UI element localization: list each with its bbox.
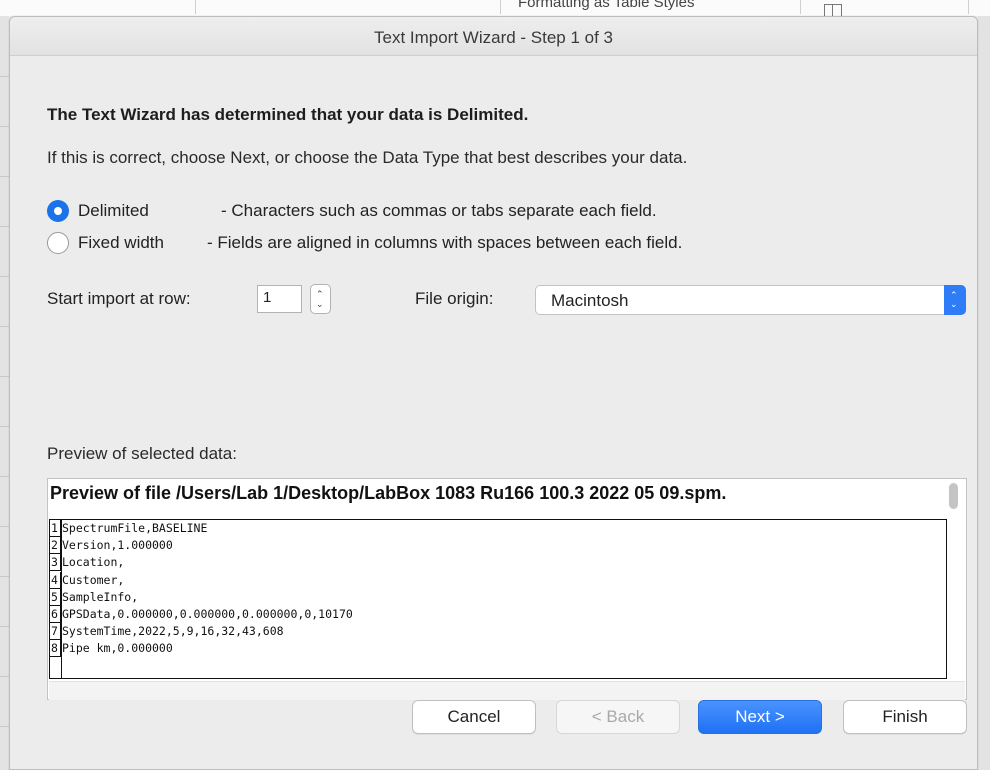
- radio-delimited[interactable]: [47, 200, 69, 222]
- preview-data-table: 1 SpectrumFile,BASELINE 2 Version,1.000000…: [49, 519, 947, 679]
- preview-row: 6 GPSData,0.000000,0.000000,0.000000,0,10…: [50, 605, 946, 623]
- dialog-titlebar[interactable]: Text Import Wizard - Step 1 of 3: [10, 17, 977, 56]
- preview-row: 8 Pipe km,0.000000: [50, 640, 946, 658]
- select-chevrons-icon[interactable]: ⌃ ⌄: [944, 285, 966, 315]
- preview-row: 1 SpectrumFile,BASELINE: [50, 520, 946, 537]
- row-number: 1: [50, 520, 61, 537]
- radio-fixed-width-label[interactable]: Fixed width: [78, 233, 164, 253]
- cancel-button[interactable]: Cancel: [412, 700, 536, 734]
- row-number: 4: [50, 571, 61, 589]
- ribbon-separator: [500, 0, 501, 14]
- preview-row: 5 SampleInfo,: [50, 588, 946, 606]
- row-number: 5: [50, 588, 61, 606]
- preview-row: 4 Customer,: [50, 571, 946, 589]
- wizard-subtext: If this is correct, choose Next, or choo…: [47, 148, 688, 167]
- row-text: SpectrumFile,BASELINE: [62, 521, 208, 535]
- next-button[interactable]: Next >: [698, 700, 822, 734]
- radio-fixed-width-description: - Fields are aligned in columns with spa…: [207, 233, 683, 252]
- ribbon-separator: [800, 0, 801, 14]
- finish-button[interactable]: Finish: [843, 700, 967, 734]
- start-row-input[interactable]: 1: [257, 285, 302, 313]
- ribbon-separator: [195, 0, 196, 14]
- excel-ribbon-fragment: Formatting as Table Styles: [0, 0, 990, 16]
- row-text: Pipe km,0.000000: [62, 641, 173, 656]
- file-origin-label: File origin:: [415, 289, 494, 308]
- row-number: 6: [50, 605, 61, 623]
- preview-label: Preview of selected data:: [47, 444, 237, 463]
- text-import-wizard-dialog: Text Import Wizard - Step 1 of 3 The Tex…: [9, 16, 978, 770]
- preview-row: 3 Location,: [50, 554, 946, 572]
- row-number-divider: [61, 520, 62, 678]
- preview-row: 7 SystemTime,2022,5,9,16,32,43,608: [50, 623, 946, 641]
- preview-vertical-scrollbar[interactable]: [949, 483, 958, 509]
- row-number: 3: [50, 554, 61, 572]
- ribbon-separator: [968, 0, 969, 14]
- row-number: 8: [50, 640, 61, 658]
- start-row-label: Start import at row:: [47, 289, 191, 308]
- preview-file-title: Preview of file /Users/Lab 1/Desktop/Lab…: [50, 483, 727, 503]
- row-number: 7: [50, 623, 61, 641]
- row-text: Version,1.000000: [62, 538, 173, 553]
- row-text: SystemTime,2022,5,9,16,32,43,608: [62, 624, 284, 639]
- preview-row: 2 Version,1.000000: [50, 537, 946, 555]
- row-text: SampleInfo,: [62, 589, 139, 604]
- radio-delimited-description: - Characters such as commas or tabs sepa…: [221, 201, 657, 220]
- stepper-up-icon[interactable]: ⌃: [316, 290, 324, 299]
- sheet-row-headers: [0, 16, 9, 770]
- start-row-stepper[interactable]: ⌃ ⌄: [310, 284, 331, 314]
- radio-delimited-label[interactable]: Delimited: [78, 201, 149, 221]
- stepper-down-icon[interactable]: ⌄: [316, 300, 324, 309]
- preview-pane[interactable]: Preview of file /Users/Lab 1/Desktop/Lab…: [47, 478, 967, 700]
- row-text: Customer,: [62, 572, 125, 587]
- back-button[interactable]: < Back: [556, 700, 680, 734]
- radio-fixed-width[interactable]: [47, 232, 69, 254]
- file-origin-value: Macintosh: [551, 291, 629, 310]
- row-text: GPSData,0.000000,0.000000,0.000000,0,101…: [62, 606, 353, 621]
- ribbon-text: Formatting as Table Styles: [518, 0, 695, 11]
- row-number: 2: [50, 537, 61, 555]
- cell-styles-icon: [824, 4, 842, 16]
- wizard-heading: The Text Wizard has determined that your…: [47, 105, 529, 124]
- preview-horizontal-scrollbar[interactable]: [49, 681, 965, 700]
- sheet-right-edge: [978, 16, 990, 770]
- row-text: Location,: [62, 555, 125, 570]
- dialog-title: Text Import Wizard - Step 1 of 3: [373, 28, 614, 47]
- file-origin-select[interactable]: Macintosh ⌃ ⌄: [535, 285, 966, 315]
